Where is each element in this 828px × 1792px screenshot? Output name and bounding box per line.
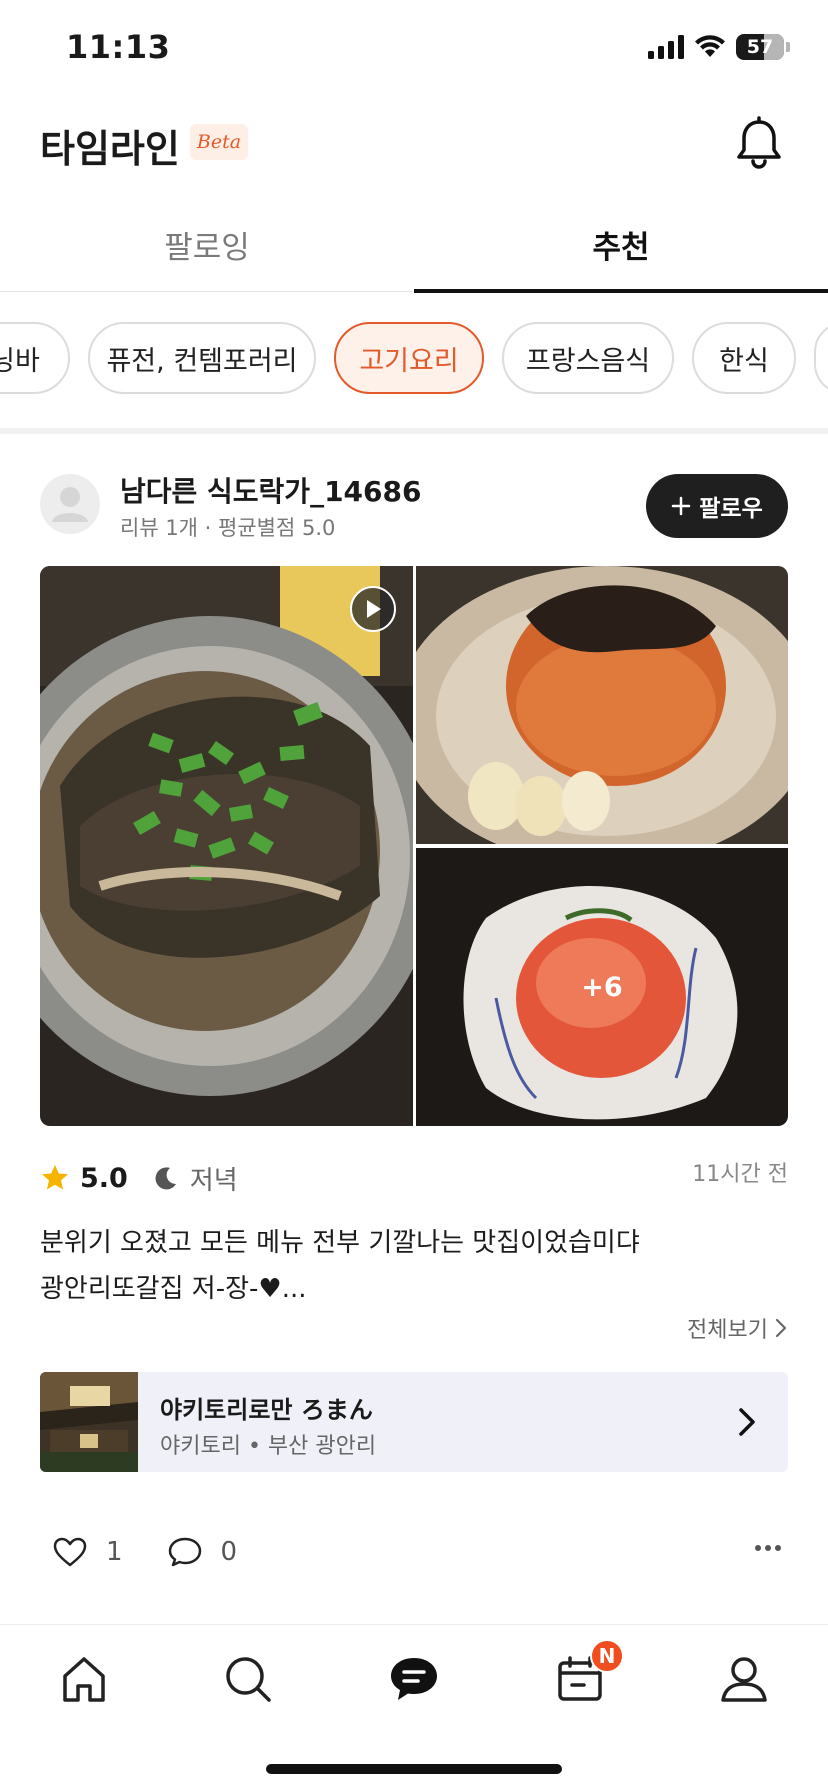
beta-badge: Beta [190,124,248,160]
follow-label: 팔로우 [699,496,763,522]
comment-icon[interactable] [167,1536,203,1568]
place-name: 야키토리로만 ろまん [160,1396,373,1424]
status-time: 11:13 [66,28,171,66]
category-chip[interactable]: 닝바 [0,322,70,394]
profile-icon [721,1657,767,1702]
tab-recommend[interactable]: 추천 [414,196,828,292]
rating-row: 5.0 저녁 [40,1158,238,1198]
more-options-icon[interactable] [754,1544,782,1552]
home-icon [63,1657,105,1702]
chevron-right-icon [775,1318,787,1338]
username[interactable]: 남다른 식도락가_14686 [120,470,421,510]
notification-bell-icon[interactable] [734,116,784,170]
photo-top-right[interactable] [416,566,788,844]
comment-count: 0 [220,1537,238,1567]
review-line: 분위기 오졌고 모든 메뉴 전부 기깔나는 맛집이었습미댜 [40,1228,640,1258]
status-bar: 11:13 57 [0,0,828,100]
tab-bar: 팔로잉 추천 [0,196,828,293]
battery-level: 57 [746,36,774,58]
nav-feed[interactable] [384,1649,444,1709]
meal-label: 저녁 [189,1165,238,1196]
photo-main[interactable] [40,566,413,1126]
category-chip[interactable]: 퓨전, 컨템포러리 [88,322,316,394]
photo-gallery: +6 [40,566,788,1126]
battery-icon: 57 [736,34,784,60]
category-chips: 닝바 퓨전, 컨템포러리 고기요리 프랑스음식 한식 [0,322,828,396]
review-line: 광안리또갈집 저-장-♥... [40,1274,307,1304]
nav-calendar[interactable]: N [550,1639,624,1709]
tab-following[interactable]: 팔로잉 [0,196,414,292]
user-meta: 리뷰 1개 · 평균별점 5.0 [120,516,336,540]
page-title: 타임라인 [40,127,180,171]
review-text[interactable]: 분위기 오졌고 모든 메뉴 전부 기깔나는 맛집이었습미댜 광안리또갈집 저-장… [40,1220,788,1312]
active-tab-indicator [414,289,828,293]
see-all-label: 전체보기 [687,1318,768,1343]
nav-home[interactable] [54,1649,114,1709]
wifi-icon [695,35,725,57]
more-photos-count: +6 [581,971,623,1003]
place-meta: 야키토리 • 부산 광안리 [160,1434,377,1459]
photo-bottom-right[interactable]: +6 [416,848,788,1126]
nav-profile[interactable] [714,1649,774,1709]
place-thumbnail [40,1372,138,1472]
signal-icon [648,35,684,59]
plus-icon [672,496,691,516]
rating-value: 5.0 [80,1162,128,1194]
star-icon [42,1165,68,1190]
status-icons: 57 [648,34,790,60]
category-chip[interactable]: 한식 [692,322,796,394]
nav-search[interactable] [218,1649,278,1709]
category-chip-partial[interactable] [814,322,828,394]
play-icon[interactable] [350,586,396,632]
header: 타임라인 Beta [0,110,828,190]
post-actions: 1 0 [52,1530,281,1574]
moon-icon [155,1167,176,1190]
home-indicator [266,1764,562,1774]
search-icon [226,1657,271,1702]
section-divider [0,428,828,434]
see-all-link[interactable]: 전체보기 [687,1312,788,1344]
category-chip-selected[interactable]: 고기요리 [334,322,484,394]
place-card[interactable]: 야키토리로만 ろまん 야키토리 • 부산 광안리 [40,1372,788,1472]
category-chip[interactable]: 프랑스음식 [502,322,674,394]
avatar[interactable] [40,474,100,534]
notification-badge: N [590,1639,624,1673]
heart-icon[interactable] [52,1536,88,1568]
time-ago: 11시간 전 [692,1162,788,1187]
like-count: 1 [106,1537,123,1567]
chevron-right-icon [739,1408,755,1436]
feed-icon [391,1658,437,1700]
follow-button[interactable]: 팔로우 [646,474,788,538]
